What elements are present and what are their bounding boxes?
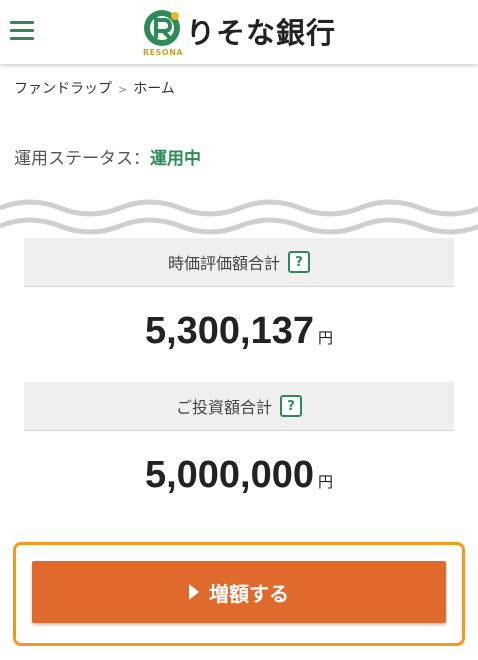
help-icon[interactable]: ?: [288, 251, 310, 273]
investment-amount: 5,000,000: [144, 454, 315, 496]
status-label: 運用ステータス：: [14, 149, 150, 169]
breadcrumb-item-fundwrap[interactable]: ファンドラップ: [14, 81, 112, 97]
wave-divider: [0, 199, 478, 235]
investment-header: ご投資額合計 ?: [24, 382, 454, 431]
breadcrumb: ファンドラップ > ホーム: [14, 78, 175, 98]
logo-text: りそな銀行: [186, 16, 337, 50]
resona-logo[interactable]: りそな銀行 RESONA: [142, 8, 342, 58]
valuation-amount-row: 5,300,137 円: [0, 310, 478, 353]
hamburger-menu-icon[interactable]: [10, 21, 34, 41]
breadcrumb-separator: >: [118, 83, 128, 96]
logo-subtext: RESONA: [143, 48, 184, 57]
valuation-unit: 円: [318, 330, 334, 347]
resona-logo-mark-icon: [144, 10, 180, 46]
investment-amount-row: 5,000,000 円: [0, 454, 478, 497]
increase-amount-button[interactable]: 増額する: [32, 561, 446, 623]
breadcrumb-item-home: ホーム: [133, 81, 175, 97]
increase-amount-label: 増額する: [209, 581, 289, 606]
help-icon[interactable]: ?: [280, 395, 302, 417]
valuation-amount: 5,300,137: [144, 310, 315, 352]
investment-label: ご投資額合計: [175, 398, 272, 417]
status-value: 運用中: [150, 149, 201, 169]
investment-unit: 円: [318, 474, 334, 491]
play-arrow-icon: [189, 584, 199, 600]
valuation-label: 時価評価額合計: [167, 254, 280, 273]
operation-status: 運用ステータス：運用中: [14, 144, 201, 169]
valuation-header: 時価評価額合計 ?: [24, 238, 454, 287]
app-header: りそな銀行 RESONA: [0, 0, 478, 64]
